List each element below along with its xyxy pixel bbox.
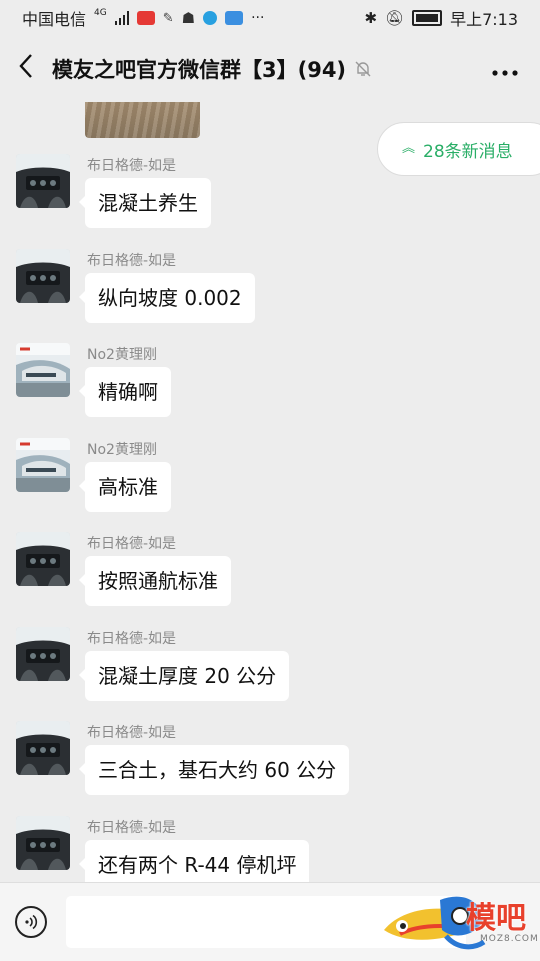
message-bubble[interactable]: 混凝土养生 <box>79 178 211 228</box>
message-row: No2黄理刚精确啊 <box>0 343 540 433</box>
message-bubble[interactable]: 还有两个 R-44 停机坪 <box>78 839 310 882</box>
weibo-icon: ✎ <box>162 10 174 26</box>
avatar[interactable] <box>16 248 70 303</box>
message-bubble[interactable]: 纵向坡度 0.002 <box>79 272 255 323</box>
network-type: 4G <box>94 7 107 18</box>
message-bubble[interactable]: 三合土，基石大约 60 公分 <box>78 745 350 795</box>
more-dots-icon: ··· <box>251 10 265 26</box>
back-button[interactable] <box>0 52 52 87</box>
voice-button[interactable] <box>15 906 47 938</box>
more-button[interactable] <box>470 54 540 84</box>
bell-off-icon <box>355 61 371 77</box>
chevron-left-icon <box>19 53 32 78</box>
message-bubble[interactable]: 高标准 <box>79 461 171 512</box>
status-bar-left: 中国电信 4G ✎ ☗ ··· <box>22 6 264 30</box>
sender-name: 布日格德-如是 <box>87 725 177 741</box>
mail-app-icon <box>225 11 244 25</box>
sender-name: No2黄理刚 <box>87 347 157 363</box>
avatar[interactable] <box>16 343 70 397</box>
watermark-text: 模吧 <box>466 901 526 936</box>
new-messages-button[interactable]: ︽ 28条新消息 <box>377 122 540 176</box>
chat-title[interactable]: 模友之吧官方微信群【3】(94) <box>52 54 346 84</box>
avatar[interactable] <box>16 721 70 775</box>
status-bar-right: ✱ 🔕︎ 早上7:13 <box>364 6 518 30</box>
sender-name: 布日格德-如是 <box>87 630 177 647</box>
image-message-partial[interactable] <box>85 102 200 138</box>
more-dots-icon <box>492 70 518 76</box>
double-chevron-up-icon: ︽ <box>402 141 416 156</box>
voice-icon <box>25 914 38 930</box>
battery-icon <box>412 10 443 26</box>
signal-icon <box>114 11 129 25</box>
sender-name: 布日格德-如是 <box>87 252 177 269</box>
message-row: No2黄理刚高标准 <box>0 437 540 528</box>
avatar[interactable] <box>16 154 70 208</box>
avatar[interactable] <box>16 626 70 681</box>
bluetooth-icon: ✱ <box>364 9 378 27</box>
avatar[interactable] <box>16 437 70 492</box>
watermark-url: MOZ8.COM <box>480 934 539 944</box>
message-row: 布日格德-如是按照通航标准 <box>0 532 540 622</box>
status-bar: 中国电信 4G ✎ ☗ ··· ✱ 🔕︎ 早上7:13 <box>0 0 540 36</box>
avatar[interactable] <box>16 815 70 870</box>
message-row: 布日格德-如是纵向坡度 0.002 <box>0 248 540 339</box>
carrier-label: 中国电信 <box>22 10 87 29</box>
sender-name: No2黄理刚 <box>87 441 157 458</box>
message-row: 布日格德-如是混凝土厚度 20 公分 <box>0 626 540 717</box>
message-bubble[interactable]: 精确啊 <box>79 367 171 417</box>
app-icon <box>203 11 218 25</box>
new-messages-label: 28条新消息 <box>423 141 513 162</box>
sender-name: 布日格德-如是 <box>87 536 177 552</box>
sender-name: 布日格德-如是 <box>87 819 177 836</box>
avatar[interactable] <box>16 532 70 586</box>
mute-icon: 🔕︎ <box>385 9 405 27</box>
qq-icon: ☗ <box>181 9 196 27</box>
chat-header: 模友之吧官方微信群【3】(94) <box>0 36 540 102</box>
message-row: 布日格德-如是三合土，基石大约 60 公分 <box>0 721 540 811</box>
message-row: 布日格德-如是还有两个 R-44 停机坪 <box>0 815 540 882</box>
clock: 早上7:13 <box>450 10 518 29</box>
message-bubble[interactable]: 混凝土厚度 20 公分 <box>78 650 290 701</box>
message-list[interactable]: 布日格德-如是 混凝土养生 布日格德-如是 纵向坡度 0.002 No2黄理刚 精确啊 No… <box>0 102 540 882</box>
news-app-icon <box>136 11 155 25</box>
sender-name: 布日格德-如是 <box>87 158 177 174</box>
message-bubble[interactable]: 按照通航标准 <box>79 556 231 606</box>
